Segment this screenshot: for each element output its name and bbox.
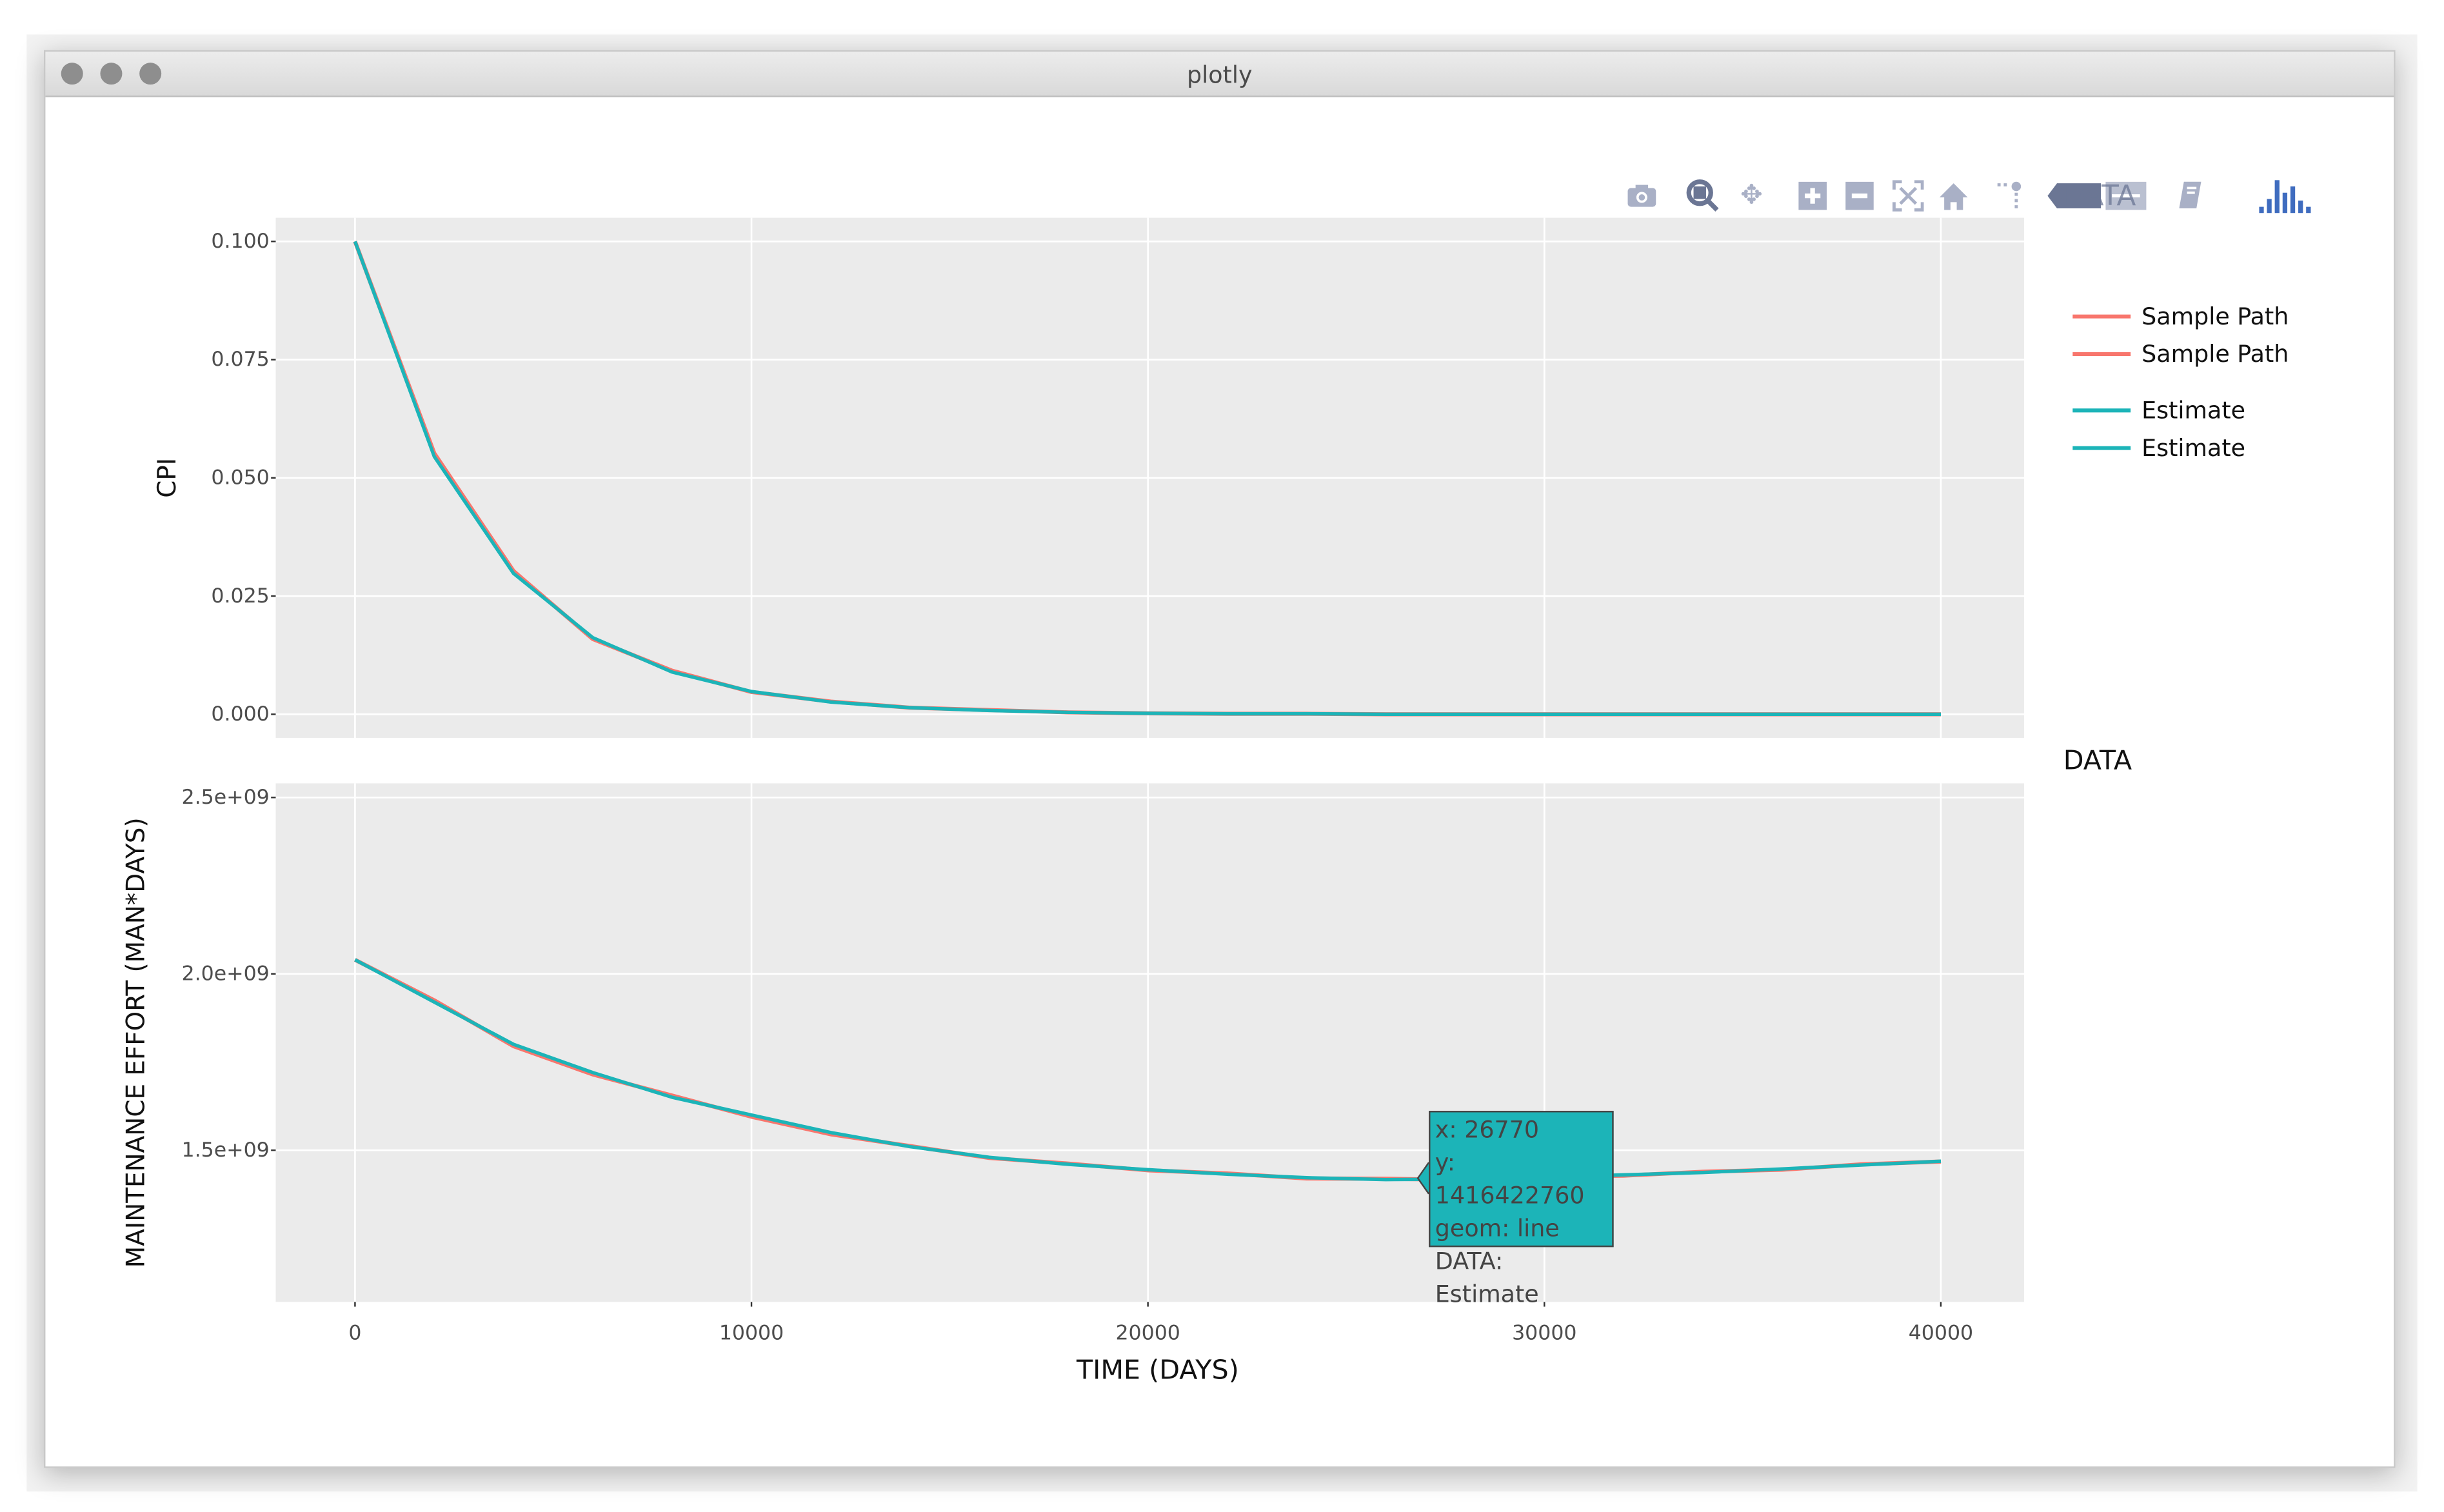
y-tick-label: 2.0e+09 [182,962,270,985]
x-tick-label: 20000 [1115,1322,1180,1345]
plot-panel-2 [275,783,2025,1302]
legend-label: Sample Path [2141,340,2289,368]
screen: plotly 0.000 0.025 0.050 0.075 0.100 CPI 1.5e+… [0,0,2444,1512]
plotly-logo-icon[interactable] [2259,179,2312,214]
hover-tooltip: x: 26770 y: 1416422760 geom: line DATA: … [1429,1111,1614,1308]
tooltip-x: x: 26770 [1435,1115,1540,1144]
x-tick-label: 0 [348,1322,361,1345]
y-tick-label: 2.5e+09 [182,786,270,809]
zoom-in-icon[interactable] [1795,179,1829,213]
tooltip-y: y: 1416422760 [1435,1148,1585,1210]
x-tick-label: 30000 [1512,1322,1576,1345]
y-axis-title: CPI [153,458,182,498]
tooltip-geom: geom: line [1435,1214,1560,1243]
x-tick-label: 10000 [719,1322,784,1345]
legend-item[interactable]: Sample Path [2072,303,2289,330]
edit-chart-icon[interactable] [2173,179,2207,213]
legend-label: Estimate [2141,396,2245,424]
y-tick-label: 0.025 [211,584,269,608]
x-axis-title: TIME (DAYS) [1076,1354,1239,1385]
legend-label: Estimate [2141,434,2245,462]
legend-item[interactable]: Sample Path [2072,340,2289,368]
legend-item[interactable]: Estimate [2072,434,2245,462]
autoscale-icon[interactable] [1891,179,1925,213]
y-tick-label: 0.000 [211,702,269,726]
y-tick-label: 0.100 [211,230,269,253]
legend-item[interactable]: Estimate [2072,396,2245,424]
y-tick-label: 1.5e+09 [182,1139,270,1162]
spike-lines-icon[interactable] [1992,179,2027,213]
legend-label: Sample Path [2141,303,2289,330]
legend-title: DATA [2063,746,2132,777]
y-axis-title: MAINTENANCE EFFORT (MAN*DAYS) [121,817,150,1268]
zoom-out-icon[interactable] [1842,179,1876,213]
home-icon[interactable] [1936,179,1971,213]
x-tick-label: 40000 [1909,1322,1973,1345]
tooltip-data: DATA: Estimate [1435,1247,1539,1309]
pan-icon[interactable]: ✥ [1734,179,1769,213]
camera-icon[interactable] [1625,179,1659,213]
y-tick-label: 0.050 [211,466,269,489]
y-tick-label: 0.075 [211,348,269,371]
hover-label-overlap-text: DATA [2063,180,2136,214]
zoom-icon[interactable] [1685,179,1720,213]
